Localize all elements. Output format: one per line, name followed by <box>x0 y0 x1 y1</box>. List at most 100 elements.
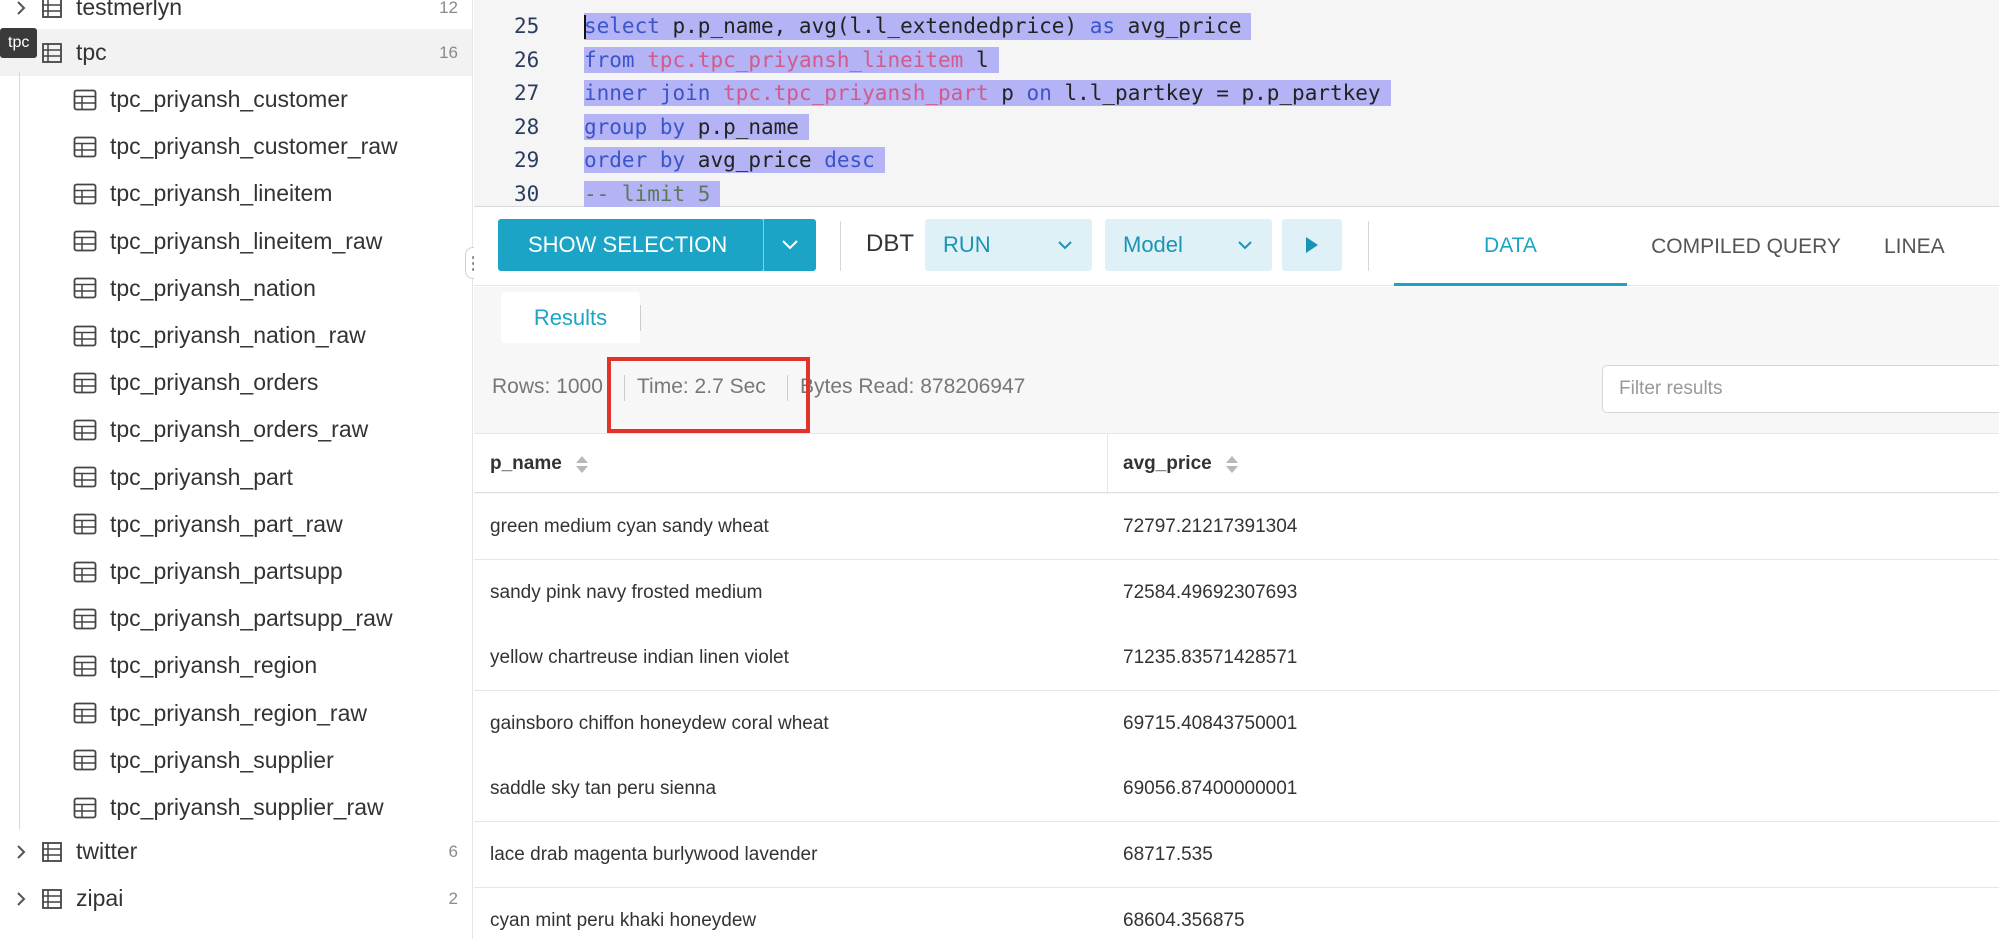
table-label: tpc_priyansh_supplier_raw <box>110 794 384 820</box>
code-token: avg_price <box>1115 13 1242 38</box>
schema-browser-sidebar: testmerlyn 12 tpc 16 tpc_priyansh_customertp… <box>0 0 473 939</box>
table-row[interactable]: saddle sky tan peru sienna 69056.87400000… <box>474 756 1999 823</box>
table-label: tpc_priyansh_part_raw <box>110 510 343 537</box>
chevron-right-icon[interactable] <box>12 0 30 17</box>
table-row[interactable]: cyan mint peru khaki honeydew 68604.35687… <box>474 887 1999 939</box>
show-selection-label: SHOW SELECTION <box>528 232 728 257</box>
sidebar-table-item[interactable]: tpc_priyansh_nation <box>0 265 472 312</box>
table-label: tpc_priyansh_customer_raw <box>110 133 398 160</box>
sidebar-table-item[interactable]: tpc_priyansh_region <box>0 642 472 689</box>
tab-results[interactable]: Results <box>501 292 640 343</box>
table-icon <box>73 797 97 819</box>
chevron-right-icon[interactable] <box>12 890 30 908</box>
show-selection-button[interactable]: SHOW SELECTION <box>498 219 764 271</box>
table-label: tpc_priyansh_partsupp <box>110 558 343 584</box>
selected-code[interactable]: order by avg_price desc <box>584 147 885 174</box>
code-token: inner join <box>584 81 711 106</box>
table-icon <box>73 513 97 535</box>
table-icon <box>73 89 97 111</box>
column-header-avg-price[interactable]: avg_price <box>1123 434 1238 494</box>
sidebar-table-item[interactable]: tpc_priyansh_part_raw <box>0 501 472 548</box>
table-row[interactable]: green medium cyan sandy wheat 72797.21217… <box>474 494 1999 560</box>
sidebar-table-item[interactable]: tpc_priyansh_partsupp <box>0 548 472 595</box>
tab-lineage[interactable]: LINEA <box>1884 208 1999 286</box>
table-row[interactable]: lace drab magenta burlywood lavender 6871… <box>474 822 1999 888</box>
sidebar-table-item[interactable]: tpc_priyansh_supplier_raw <box>0 784 472 831</box>
filter-results-input[interactable] <box>1602 365 1999 413</box>
cell-avg-price: 72797.21217391304 <box>1123 516 1298 537</box>
cell-p-name: sandy pink navy frosted medium <box>490 581 763 603</box>
bytes-read-stat: Bytes Read: 878206947 <box>800 375 1026 398</box>
tab-data[interactable]: DATA <box>1394 208 1627 286</box>
selected-code[interactable]: -- limit 5 <box>584 181 721 207</box>
line-number: 27 <box>514 81 540 106</box>
sidebar-table-item[interactable]: tpc_priyansh_part <box>0 454 472 501</box>
table-icon <box>73 419 97 441</box>
sidebar-table-item[interactable]: tpc_priyansh_lineitem <box>0 170 472 217</box>
sidebar-table-item[interactable]: tpc_priyansh_orders_raw <box>0 406 472 453</box>
code-token: order by <box>584 148 686 173</box>
sidebar-schema-twitter[interactable]: twitter 6 <box>0 828 472 875</box>
table-icon <box>73 608 97 630</box>
sql-editor[interactable]: 25 select p.p_name, avg(l.l_extendedprice… <box>474 0 1999 207</box>
code-token: from <box>584 47 635 72</box>
table-icon <box>73 183 97 205</box>
line-number: 25 <box>514 14 540 38</box>
sidebar-table-item[interactable]: tpc_priyansh_orders <box>0 359 472 406</box>
table-icon <box>73 749 97 771</box>
column-header-p-name[interactable]: p_name <box>490 434 588 494</box>
schema-icon <box>41 42 63 64</box>
code-token: p.p_name, avg(l.l_extendedprice) <box>659 13 1090 38</box>
table-row[interactable]: yellow chartreuse indian linen violet 712… <box>474 625 1999 692</box>
code-token: desc <box>824 148 875 173</box>
sidebar-table-item[interactable]: tpc_priyansh_customer_raw <box>0 123 472 170</box>
code-token: p <box>988 81 1027 106</box>
dbt-model-select[interactable]: Model <box>1105 219 1272 271</box>
table-icon <box>73 702 97 724</box>
selected-code[interactable]: from tpc.tpc_priyansh_lineitem l <box>584 46 999 73</box>
sidebar-table-item[interactable]: tpc_priyansh_region_raw <box>0 690 472 737</box>
column-divider[interactable] <box>1107 434 1108 494</box>
dbt-run-select[interactable]: RUN <box>925 219 1092 271</box>
show-selection-dropdown-button[interactable] <box>764 219 816 271</box>
table-label: tpc_priyansh_supplier <box>110 746 334 773</box>
table-label: tpc_priyansh_lineitem <box>110 180 333 207</box>
sort-icon[interactable] <box>575 454 588 474</box>
schema-label: twitter <box>76 838 138 864</box>
code-token: -- limit 5 <box>584 182 711 206</box>
code-token: tpc.tpc_priyansh_part <box>723 81 989 106</box>
table-label: tpc_priyansh_region_raw <box>110 699 367 726</box>
schema-icon <box>41 0 63 19</box>
query-toolbar: SHOW SELECTION DBT RUN Model DATA COMPIL… <box>474 208 1999 286</box>
chevron-down-icon <box>1058 241 1072 250</box>
chevron-right-icon[interactable] <box>12 843 30 861</box>
cell-p-name: green medium cyan sandy wheat <box>490 516 769 537</box>
dbt-run-play-button[interactable] <box>1282 219 1342 271</box>
sidebar-table-item[interactable]: tpc_priyansh_lineitem_raw <box>0 218 472 265</box>
table-icon <box>73 561 97 583</box>
sidebar-table-item[interactable]: tpc_priyansh_customer <box>0 76 472 123</box>
table-count: 12 <box>439 0 458 17</box>
dbt-label: DBT <box>866 230 914 257</box>
table-label: tpc_priyansh_orders <box>110 369 319 396</box>
chevron-down-icon <box>782 240 798 250</box>
table-row[interactable]: gainsboro chiffon honeydew coral wheat 69… <box>474 690 1999 757</box>
table-row[interactable]: sandy pink navy frosted medium 72584.4969… <box>474 559 1999 626</box>
sidebar-table-item[interactable]: tpc_priyansh_nation_raw <box>0 312 472 359</box>
table-count: 6 <box>448 841 458 861</box>
sidebar-table-item[interactable]: tpc_priyansh_partsupp_raw <box>0 595 472 642</box>
sidebar-schema-zipai[interactable]: zipai 2 <box>0 875 472 922</box>
sidebar-schema-testmerlyn[interactable]: testmerlyn 12 <box>0 0 472 31</box>
selected-code[interactable]: select p.p_name, avg(l.l_extendedprice) … <box>584 12 1252 40</box>
sidebar-table-item[interactable]: tpc_priyansh_supplier <box>0 737 472 784</box>
selected-code[interactable]: inner join tpc.tpc_priyansh_part p on l.… <box>584 80 1391 107</box>
results-panel: Results Rows: 1000 Time: 2.7 Sec Bytes R… <box>474 287 1999 939</box>
tab-compiled-query[interactable]: COMPILED QUERY <box>1627 208 1865 286</box>
cell-avg-price: 68604.356875 <box>1123 909 1245 931</box>
selected-code[interactable]: group by p.p_name <box>584 113 809 140</box>
toolbar-divider <box>840 221 841 271</box>
sidebar-schema-tpc[interactable]: tpc 16 <box>0 29 472 76</box>
table-icon <box>73 466 97 488</box>
tree-guide-line <box>19 72 20 830</box>
sort-icon[interactable] <box>1225 454 1238 474</box>
